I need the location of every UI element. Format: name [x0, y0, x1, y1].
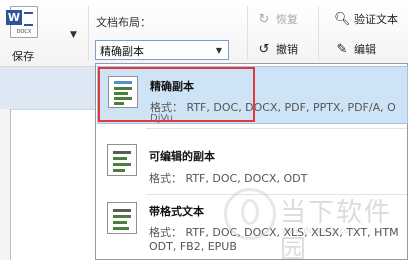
watermark-logo-icon — [224, 188, 276, 240]
save-dropdown-arrow-icon[interactable]: ▼ — [70, 30, 77, 40]
option-title: 可编辑的副本 — [149, 150, 215, 163]
option-formats: 格式： RTF, DOC, DOCX, ODT — [149, 172, 308, 185]
separator — [88, 6, 89, 60]
selection-highlight-box — [98, 67, 255, 122]
edit-button[interactable]: ✎ 编辑 — [334, 41, 376, 59]
separator — [247, 6, 248, 60]
save-button[interactable]: W DOCX 保存 — [6, 4, 44, 64]
ribbon-toolbar: W DOCX 保存 ▼ 文档布局： 精确副本 ▼ ↻ 恢复 ↺ 撤销 🔍︎ 验证文本 … — [0, 0, 408, 67]
layout-page-icon — [107, 144, 137, 176]
docx-caption: DOCX — [16, 29, 32, 35]
verify-text-button[interactable]: 🔍︎ 验证文本 — [334, 11, 398, 29]
layout-page-icon — [107, 202, 137, 234]
edit-icon: ✎ — [336, 42, 348, 57]
document-preview-area — [0, 67, 95, 260]
restore-button[interactable]: ↻ 恢复 — [256, 11, 298, 29]
word-document-icon: W DOCX — [6, 6, 38, 38]
save-label: 保存 — [12, 50, 34, 63]
redo-icon: ↻ — [258, 12, 270, 27]
layout-select-value: 精确副本 — [100, 45, 144, 58]
option-editable-copy[interactable]: 可编辑的副本 格式： RTF, DOC, DOCX, ODT — [97, 136, 408, 194]
watermark-url: www.downxia.com — [282, 226, 357, 235]
separator — [318, 6, 319, 60]
option-title: 带格式文本 — [149, 205, 204, 218]
undo-button[interactable]: ↺ 撤销 — [256, 41, 298, 59]
watermark: 当下软件园 www.downxia.com — [224, 188, 408, 265]
word-badge: W — [6, 10, 22, 25]
undo-icon: ↺ — [258, 42, 270, 57]
chevron-down-icon: ▼ — [215, 46, 222, 55]
search-icon: 🔍︎ — [334, 12, 351, 27]
layout-label: 文档布局： — [96, 16, 151, 29]
layout-select[interactable]: 精确副本 ▼ — [95, 40, 229, 60]
